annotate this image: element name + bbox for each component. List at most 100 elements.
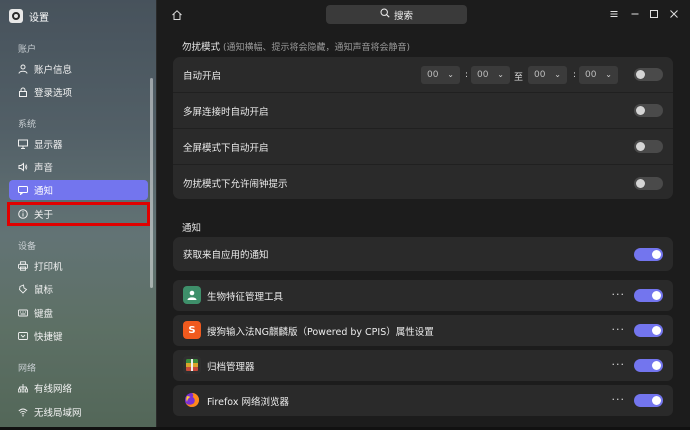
sidebar-item-label: 有线网络 (34, 384, 73, 395)
app-row-archive: 归档管理器 ··· (173, 350, 673, 381)
dnd-multi-screen-row: 多屏连接时自动开启 (173, 93, 673, 129)
mouse-icon (18, 284, 28, 294)
title-bar: 搜索 (157, 0, 690, 30)
app-notify-toggle[interactable] (634, 359, 663, 372)
sidebar-item-label: 显示器 (34, 140, 63, 151)
app-row-firefox: Firefox 网络浏览器 ··· (173, 385, 673, 416)
get-from-apps-card: 获取来自应用的通知 (173, 237, 673, 271)
row-label: 勿扰模式下允许闹钟提示 (183, 179, 288, 190)
sidebar-item-label: 声音 (34, 163, 54, 174)
sidebar-item-label: 关于 (34, 210, 54, 221)
info-icon (18, 209, 28, 219)
to-minute-select[interactable]: 00 ⌄ (579, 66, 618, 84)
app-header: 设置 (9, 8, 49, 24)
settings-app-icon (9, 9, 23, 23)
sidebar-item-about[interactable]: 关于 (7, 202, 150, 226)
get-from-apps-row: 获取来自应用的通知 (173, 237, 673, 271)
notification-icon (18, 185, 28, 195)
sidebar-item-notification[interactable]: 通知 (9, 180, 148, 200)
app-title: 设置 (29, 12, 49, 24)
row-label: 自动开启 (183, 70, 222, 82)
dnd-fullscreen-toggle[interactable] (634, 140, 663, 153)
sidebar-item-label: 通知 (34, 186, 54, 197)
dnd-multi-screen-toggle[interactable] (634, 104, 663, 117)
time-colon: : (465, 70, 469, 80)
sidebar-item-ethernet[interactable]: 有线网络 (9, 378, 148, 398)
app-name: 归档管理器 (207, 361, 255, 373)
sidebar-item-sound[interactable]: 声音 (9, 157, 148, 177)
from-minute-select[interactable]: 00 ⌄ (471, 66, 510, 84)
close-icon[interactable] (667, 7, 681, 21)
more-options-icon[interactable]: ··· (612, 358, 626, 371)
sidebar-item-keyboard[interactable]: 键盘 (9, 303, 148, 323)
home-icon[interactable] (171, 9, 183, 21)
sidebar-item-shortcuts[interactable]: 快捷键 (9, 326, 148, 346)
keyboard-icon (18, 308, 28, 318)
sidebar-item-label: 账户信息 (34, 65, 73, 76)
sogou-icon: S (183, 321, 201, 339)
chevron-down-icon: ⌄ (497, 70, 504, 79)
firefox-icon (183, 391, 201, 409)
app-row-biometric: 生物特征管理工具 ··· (173, 280, 673, 311)
from-hour-select[interactable]: 00 ⌄ (421, 66, 460, 84)
search-box[interactable]: 搜索 (326, 5, 467, 24)
sidebar-scrollbar[interactable] (150, 78, 153, 288)
time-colon: : (573, 70, 577, 80)
sidebar-item-label: 鼠标 (34, 285, 54, 296)
app-name: Firefox 网络浏览器 (207, 396, 289, 408)
to-label: 至 (514, 73, 524, 83)
sidebar-item-label: 打印机 (34, 262, 63, 273)
app-notify-toggle[interactable] (634, 394, 663, 407)
more-options-icon[interactable]: ··· (612, 288, 626, 301)
main-panel: 搜索 勿扰模式 (通知横幅、提示将会隐藏，通知声音将会静音) 自动开启 00 ⌄ … (157, 0, 690, 430)
sidebar-item-label: 键盘 (34, 309, 54, 320)
row-label: 全屏模式下自动开启 (183, 142, 269, 154)
sidebar-item-label: 快捷键 (34, 332, 63, 343)
sidebar: 设置 账户 账户信息 登录选项 系统 显示器 声音 通知 关于 设备 打印机 鼠… (0, 0, 157, 430)
maximize-icon[interactable] (647, 7, 661, 21)
dnd-allow-alarm-row: 勿扰模式下允许闹钟提示 (173, 165, 673, 199)
sidebar-item-wifi[interactable]: 无线局域网 (9, 402, 148, 422)
menu-icon[interactable] (607, 7, 621, 21)
ethernet-icon (18, 383, 28, 393)
app-notify-toggle[interactable] (634, 289, 663, 302)
shortcut-icon (18, 331, 28, 341)
monitor-icon (18, 139, 28, 149)
dnd-section-title: 勿扰模式 (通知横幅、提示将会隐藏，通知声音将会静音) (182, 42, 411, 53)
app-row-sogou: S 搜狗输入法NG麒麟版（Powered by CPIS）属性设置 ··· (173, 315, 673, 346)
app-name: 搜狗输入法NG麒麟版（Powered by CPIS）属性设置 (207, 326, 434, 338)
dnd-allow-alarm-toggle[interactable] (634, 176, 663, 190)
sidebar-item-mouse[interactable]: 鼠标 (9, 279, 148, 299)
get-from-apps-toggle[interactable] (634, 247, 663, 261)
sidebar-item-printer[interactable]: 打印机 (9, 256, 148, 276)
sidebar-item-display[interactable]: 显示器 (9, 134, 148, 154)
more-options-icon[interactable]: ··· (612, 323, 626, 336)
sidebar-section-account: 账户 (18, 45, 37, 55)
more-options-icon[interactable]: ··· (612, 393, 626, 406)
dnd-section-subtitle: (通知横幅、提示将会隐藏，通知声音将会静音) (223, 43, 411, 53)
notify-section-title: 通知 (182, 223, 202, 234)
archive-icon (183, 356, 201, 374)
dnd-card: 自动开启 00 ⌄ : 00 ⌄ 至 00 ⌄ : 00 ⌄ 多屏连接时自动开启 全屏模… (173, 57, 673, 199)
row-label: 多屏连接时自动开启 (183, 106, 269, 118)
app-name: 生物特征管理工具 (207, 291, 284, 303)
search-placeholder: 搜索 (393, 10, 413, 22)
sidebar-item-label: 无线局域网 (34, 408, 82, 419)
dnd-auto-on-toggle[interactable] (634, 68, 663, 81)
biometric-icon (183, 286, 201, 304)
user-icon (18, 64, 28, 74)
row-label: 获取来自应用的通知 (183, 250, 269, 261)
dnd-fullscreen-row: 全屏模式下自动开启 (173, 129, 673, 165)
chevron-down-icon: ⌄ (447, 70, 454, 79)
to-hour-select[interactable]: 00 ⌄ (528, 66, 567, 84)
app-notify-toggle[interactable] (634, 324, 663, 337)
minimize-icon[interactable] (628, 7, 642, 21)
sidebar-section-system: 系统 (18, 120, 37, 130)
sidebar-item-label: 登录选项 (34, 88, 73, 99)
chevron-down-icon: ⌄ (605, 70, 612, 79)
sidebar-item-login-options[interactable]: 登录选项 (9, 82, 148, 102)
sidebar-item-account-info[interactable]: 账户信息 (9, 59, 148, 79)
sidebar-section-network: 网络 (18, 364, 37, 374)
wifi-icon (18, 407, 28, 417)
chevron-down-icon: ⌄ (554, 70, 561, 79)
